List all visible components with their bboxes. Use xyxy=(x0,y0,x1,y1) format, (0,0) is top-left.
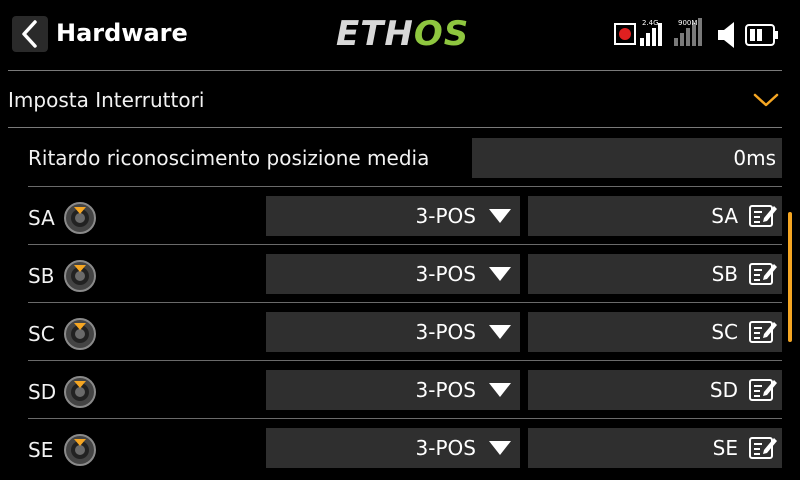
switch-row-se: SE 3-POS SE xyxy=(0,420,800,478)
switch-alias-value: SD xyxy=(709,378,738,402)
switch-row-sa: SA 3-POS SA xyxy=(0,188,800,246)
switch-alias-value: SA xyxy=(711,204,738,228)
switch-3pos-icon xyxy=(64,376,96,408)
band-900-label: 900M xyxy=(678,19,697,27)
switch-row-sc: SC 3-POS SC xyxy=(0,304,800,362)
caret-down-icon xyxy=(489,209,511,223)
switch-name: SC xyxy=(28,322,55,346)
switch-alias-field[interactable]: SA xyxy=(528,196,782,236)
scrollbar[interactable] xyxy=(788,212,792,342)
divider xyxy=(28,186,782,187)
section-label: Imposta Interruttori xyxy=(8,88,205,112)
caret-down-icon xyxy=(489,325,511,339)
switch-3pos-icon xyxy=(64,260,96,292)
caret-down-icon xyxy=(489,383,511,397)
switch-alias-value: SB xyxy=(711,262,738,286)
switch-type-dropdown[interactable]: 3-POS xyxy=(266,312,520,352)
edit-icon[interactable] xyxy=(748,434,778,462)
chevron-left-icon xyxy=(22,20,37,48)
switch-type-value: 3-POS xyxy=(415,436,476,460)
chevron-down-icon xyxy=(753,93,779,107)
switch-alias-value: SC xyxy=(711,320,738,344)
back-button[interactable] xyxy=(12,16,48,52)
divider xyxy=(28,418,782,419)
delay-label: Ritardo riconoscimento posizione media xyxy=(28,146,430,170)
edit-icon[interactable] xyxy=(748,376,778,404)
switch-alias-field[interactable]: SC xyxy=(528,312,782,352)
switch-3pos-icon xyxy=(64,434,96,466)
speaker-icon xyxy=(718,22,734,48)
edit-icon[interactable] xyxy=(748,202,778,230)
switch-type-value: 3-POS xyxy=(415,320,476,344)
switch-alias-value: SE xyxy=(712,436,738,460)
switch-row-sb: SB 3-POS SB xyxy=(0,246,800,304)
divider xyxy=(8,70,782,71)
band-24-label: 2.4G xyxy=(642,19,659,27)
switch-type-value: 3-POS xyxy=(415,262,476,286)
ethos-logo: ETHOS xyxy=(336,14,470,54)
battery-icon xyxy=(745,24,778,46)
caret-down-icon xyxy=(489,267,511,281)
switch-alias-field[interactable]: SB xyxy=(528,254,782,294)
switch-type-dropdown[interactable]: 3-POS xyxy=(266,254,520,294)
switch-alias-field[interactable]: SD xyxy=(528,370,782,410)
divider xyxy=(28,302,782,303)
switch-3pos-icon xyxy=(64,318,96,350)
switch-name: SD xyxy=(28,380,57,404)
switch-3pos-icon xyxy=(64,202,96,234)
record-icon xyxy=(614,23,636,45)
switch-type-value: 3-POS xyxy=(415,204,476,228)
edit-icon[interactable] xyxy=(748,318,778,346)
status-bar: 2.4G 900M xyxy=(612,14,792,54)
divider xyxy=(28,360,782,361)
switch-alias-field[interactable]: SE xyxy=(528,428,782,468)
delay-value: 0ms xyxy=(733,146,776,170)
switch-type-dropdown[interactable]: 3-POS xyxy=(266,196,520,236)
divider xyxy=(28,244,782,245)
switch-name: SE xyxy=(28,438,54,462)
edit-icon[interactable] xyxy=(748,260,778,288)
switch-name: SA xyxy=(28,206,55,230)
switch-type-dropdown[interactable]: 3-POS xyxy=(266,370,520,410)
switch-name: SB xyxy=(28,264,55,288)
switch-type-value: 3-POS xyxy=(415,378,476,402)
top-bar: Hardware ETHOS 2.4G 900M xyxy=(0,0,800,66)
divider xyxy=(8,127,782,128)
caret-down-icon xyxy=(489,441,511,455)
delay-input[interactable]: 0ms xyxy=(472,138,782,178)
switch-type-dropdown[interactable]: 3-POS xyxy=(266,428,520,468)
page-title: Hardware xyxy=(56,19,188,47)
switch-row-sd: SD 3-POS SD xyxy=(0,362,800,420)
